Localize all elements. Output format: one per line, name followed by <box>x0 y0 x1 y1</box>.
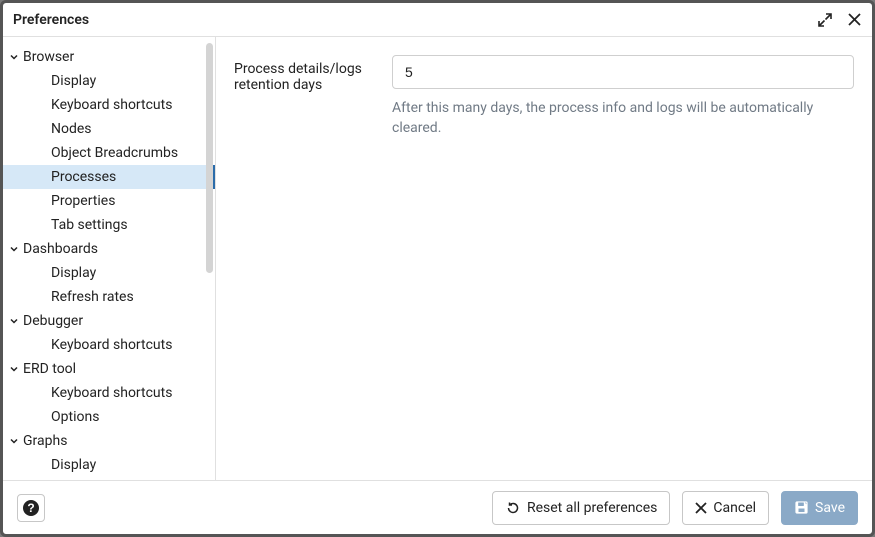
category-label: Browser <box>23 49 74 65</box>
sidebar-item[interactable]: Keyboard shortcuts <box>3 381 215 405</box>
category-header[interactable]: Miscellaneous <box>3 477 215 480</box>
sidebar-tree[interactable]: BrowserDisplayKeyboard shortcutsNodesObj… <box>3 37 215 480</box>
reset-label: Reset all preferences <box>527 500 657 516</box>
chevron-down-icon <box>7 436 21 446</box>
chevron-down-icon <box>7 244 21 254</box>
sidebar-item[interactable]: Refresh rates <box>3 285 215 309</box>
category-header[interactable]: Graphs <box>3 429 215 453</box>
chevron-down-icon <box>7 364 21 374</box>
close-icon[interactable] <box>847 12 862 28</box>
category-label: ERD tool <box>23 361 76 377</box>
category-label: Dashboards <box>23 241 98 257</box>
save-icon <box>794 500 809 515</box>
sidebar-item[interactable]: Display <box>3 453 215 477</box>
sidebar-item[interactable]: Processes <box>3 165 215 189</box>
category-header[interactable]: Dashboards <box>3 237 215 261</box>
category-header[interactable]: Debugger <box>3 309 215 333</box>
dialog-title: Preferences <box>13 12 89 28</box>
content-pane: Process details/logs retention days Afte… <box>216 37 872 480</box>
sidebar-item[interactable]: Tab settings <box>3 213 215 237</box>
chevron-down-icon <box>7 52 21 62</box>
footer: ? Reset all preferences Cancel <box>3 480 872 534</box>
help-icon: ? <box>22 499 40 517</box>
sidebar-item[interactable]: Properties <box>3 189 215 213</box>
save-button[interactable]: Save <box>781 491 858 525</box>
dialog-body: BrowserDisplayKeyboard shortcutsNodesObj… <box>3 37 872 480</box>
sidebar-item[interactable]: Object Breadcrumbs <box>3 141 215 165</box>
sidebar-item[interactable]: Options <box>3 405 215 429</box>
sidebar-item[interactable]: Nodes <box>3 117 215 141</box>
close-icon <box>695 502 707 514</box>
help-button[interactable]: ? <box>17 494 45 522</box>
reset-button[interactable]: Reset all preferences <box>492 491 670 525</box>
window-controls <box>817 12 862 28</box>
category-header[interactable]: ERD tool <box>3 357 215 381</box>
titlebar: Preferences <box>3 3 872 37</box>
reset-icon <box>505 500 521 516</box>
category-label: Graphs <box>23 433 67 449</box>
preferences-dialog: Preferences BrowserDisplayKeyboard short… <box>0 0 875 537</box>
category-label: Debugger <box>23 313 83 329</box>
sidebar-item[interactable]: Display <box>3 261 215 285</box>
field-row: Process details/logs retention days Afte… <box>234 55 854 138</box>
sidebar-item[interactable]: Display <box>3 69 215 93</box>
expand-icon[interactable] <box>817 12 833 28</box>
field-label: Process details/logs retention days <box>234 55 364 138</box>
sidebar-item[interactable]: Keyboard shortcuts <box>3 93 215 117</box>
field-value: After this many days, the process info a… <box>392 55 854 138</box>
sidebar: BrowserDisplayKeyboard shortcutsNodesObj… <box>3 37 216 480</box>
retention-days-input[interactable] <box>392 55 854 89</box>
svg-text:?: ? <box>27 501 34 515</box>
save-label: Save <box>815 500 845 516</box>
sidebar-item[interactable]: Keyboard shortcuts <box>3 333 215 357</box>
chevron-down-icon <box>7 316 21 326</box>
cancel-button[interactable]: Cancel <box>682 491 769 525</box>
scrollbar[interactable] <box>206 43 213 273</box>
cancel-label: Cancel <box>713 500 756 516</box>
field-help: After this many days, the process info a… <box>392 99 854 138</box>
category-header[interactable]: Browser <box>3 45 215 69</box>
